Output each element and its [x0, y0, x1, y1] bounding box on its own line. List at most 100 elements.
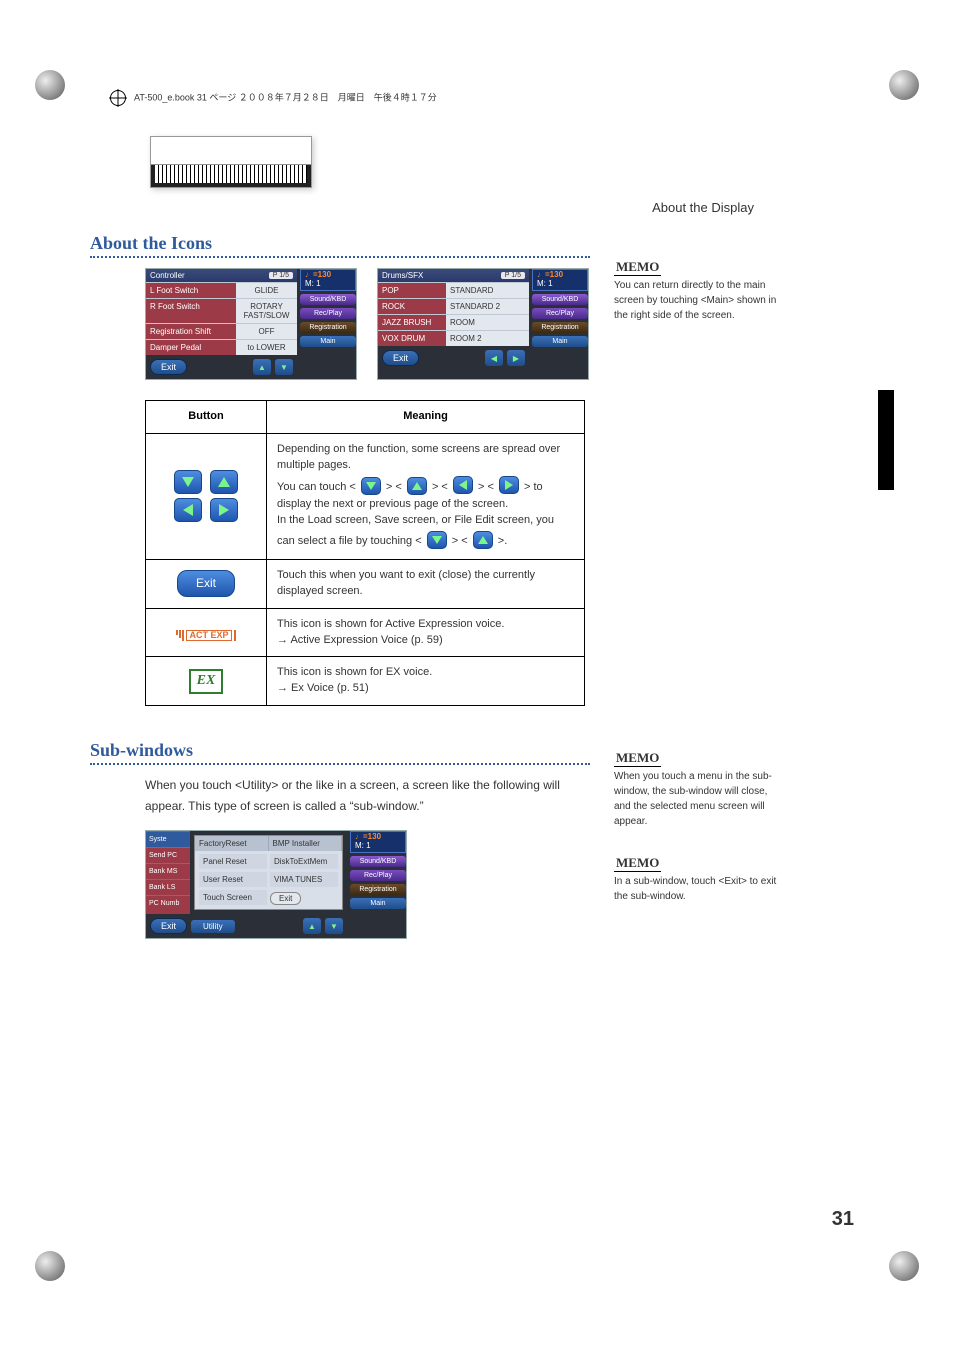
running-head: About the Display [90, 200, 864, 215]
memo-1: MEMO You can return directly to the main… [614, 259, 864, 323]
subwin-exit-button[interactable]: Exit [270, 892, 301, 905]
menu-item[interactable]: Touch Screen [199, 890, 267, 905]
exit-cell: Exit [146, 559, 267, 608]
row-label[interactable]: Damper Pedal [146, 340, 236, 355]
main-button[interactable]: Main [532, 336, 588, 347]
col-meaning: Meaning [267, 401, 585, 434]
side-item[interactable]: PC Numb [146, 895, 190, 911]
row-value[interactable]: ROTARY FAST/SLOW [236, 299, 297, 323]
page-down-icon[interactable]: ▼ [275, 359, 293, 375]
page-badge: P 1/5 [501, 272, 525, 279]
page-up-icon[interactable]: ▲ [303, 918, 321, 934]
side-item[interactable]: Bank MS [146, 863, 190, 879]
registration-button[interactable]: Registration [300, 322, 356, 333]
tempo-display: ♩=130 M: 1 [350, 831, 406, 853]
side-item[interactable]: Syste [146, 831, 190, 847]
sound-kbd-button[interactable]: Sound/KBD [532, 294, 588, 305]
controller-title: Controller [150, 271, 269, 280]
side-tab: About the Display [878, 390, 894, 490]
nav-arrows-cell [146, 433, 267, 559]
row-label[interactable]: ROCK [378, 299, 446, 314]
memo-label: MEMO [614, 259, 661, 276]
print-header: AT-500_e.book 31 ページ ２００８年７月２８日 月曜日 午後４時… [110, 90, 864, 106]
exit-button[interactable]: Exit [150, 918, 187, 934]
down-arrow-icon[interactable] [174, 470, 202, 494]
page-number: 31 [832, 1208, 854, 1231]
memo-label: MEMO [614, 750, 661, 767]
row-value[interactable]: ROOM 2 [446, 331, 529, 346]
side-item[interactable]: Send PC [146, 847, 190, 863]
main-button[interactable]: Main [300, 336, 356, 347]
row-label[interactable]: VOX DRUM [378, 331, 446, 346]
menu-item[interactable]: BMP Installer [269, 836, 343, 851]
row-value[interactable]: STANDARD [446, 283, 529, 298]
section-divider [90, 763, 590, 765]
menu-item[interactable]: User Reset [199, 872, 267, 887]
main-button[interactable]: Main [350, 898, 406, 909]
active-expression-icon: ACT EXP [176, 630, 235, 641]
section-icons-title: About the Icons [90, 233, 590, 254]
sound-kbd-button[interactable]: Sound/KBD [350, 856, 406, 867]
left-arrow-icon[interactable] [174, 498, 202, 522]
memo-2: MEMO When you touch a menu in the sub-wi… [614, 750, 864, 829]
up-arrow-icon[interactable] [210, 470, 238, 494]
row-value[interactable]: OFF [236, 324, 297, 339]
page-up-icon[interactable]: ▲ [253, 359, 271, 375]
side-item[interactable]: Bank LS [146, 879, 190, 895]
sound-kbd-button[interactable]: Sound/KBD [300, 294, 356, 305]
row-value[interactable]: ROOM [446, 315, 529, 330]
inline-right-icon [499, 476, 519, 494]
exit-button[interactable]: Exit [150, 359, 187, 375]
rec-play-button[interactable]: Rec/Play [350, 870, 406, 881]
row-label[interactable]: L Foot Switch [146, 283, 236, 298]
row-label[interactable]: R Foot Switch [146, 299, 236, 323]
controller-screen: Controller P 1/5 L Foot SwitchGLIDE R Fo… [145, 268, 357, 380]
section-divider [90, 256, 590, 258]
product-thumbnail [150, 136, 312, 188]
tempo-display: ♩=130 M: 1 [300, 269, 356, 291]
subwin-intro: When you touch <Utility> or the like in … [145, 775, 590, 816]
page-right-icon[interactable]: ▶ [507, 350, 525, 366]
rec-play-button[interactable]: Rec/Play [532, 308, 588, 319]
menu-item[interactable]: VIMA TUNES [270, 872, 338, 887]
row-value[interactable]: STANDARD 2 [446, 299, 529, 314]
subwindow-screen: Syste Send PC Bank MS Bank LS PC Numb Fa… [145, 830, 407, 939]
ex-cell: EX [146, 657, 267, 706]
ex-desc: This icon is shown for EX voice. → Ex Vo… [267, 657, 585, 706]
icon-meaning-table: Button Meaning [145, 400, 585, 706]
page-badge: P 1/5 [269, 272, 293, 279]
row-label[interactable]: JAZZ BRUSH [378, 315, 446, 330]
registration-button[interactable]: Registration [350, 884, 406, 895]
actexp-desc: This icon is shown for Active Expression… [267, 608, 585, 657]
row-value[interactable]: GLIDE [236, 283, 297, 298]
row-label[interactable]: POP [378, 283, 446, 298]
inline-down-icon [361, 477, 381, 495]
menu-item[interactable]: DiskToExtMem [270, 854, 338, 869]
section-subwin-title: Sub-windows [90, 740, 590, 761]
tempo-display: ♩=130 M: 1 [532, 269, 588, 291]
page-left-icon[interactable]: ◀ [485, 350, 503, 366]
registration-button[interactable]: Registration [532, 322, 588, 333]
rec-play-button[interactable]: Rec/Play [300, 308, 356, 319]
menu-item[interactable]: Panel Reset [199, 854, 267, 869]
right-arrow-icon[interactable] [210, 498, 238, 522]
actexp-cell: ACT EXP [146, 608, 267, 657]
row-value[interactable]: to LOWER [236, 340, 297, 355]
page-down-icon[interactable]: ▼ [325, 918, 343, 934]
row-label[interactable]: Registration Shift [146, 324, 236, 339]
col-button: Button [146, 401, 267, 434]
inline-left-icon [453, 476, 473, 494]
ex-voice-icon: EX [189, 669, 224, 693]
inline-up-icon [473, 531, 493, 549]
memo-label: MEMO [614, 855, 661, 872]
utility-button[interactable]: Utility [191, 920, 235, 933]
drums-screen: Drums/SFX P 1/5 POPSTANDARD ROCKSTANDARD… [377, 268, 589, 380]
drums-title: Drums/SFX [382, 271, 501, 280]
inline-up-icon [407, 477, 427, 495]
memo-3: MEMO In a sub-window, touch <Exit> to ex… [614, 855, 864, 904]
exit-button-large[interactable]: Exit [177, 570, 235, 597]
inline-down-icon [427, 531, 447, 549]
exit-desc: Touch this when you want to exit (close)… [267, 559, 585, 608]
menu-item[interactable]: FactoryReset [195, 836, 269, 851]
exit-button[interactable]: Exit [382, 350, 419, 366]
